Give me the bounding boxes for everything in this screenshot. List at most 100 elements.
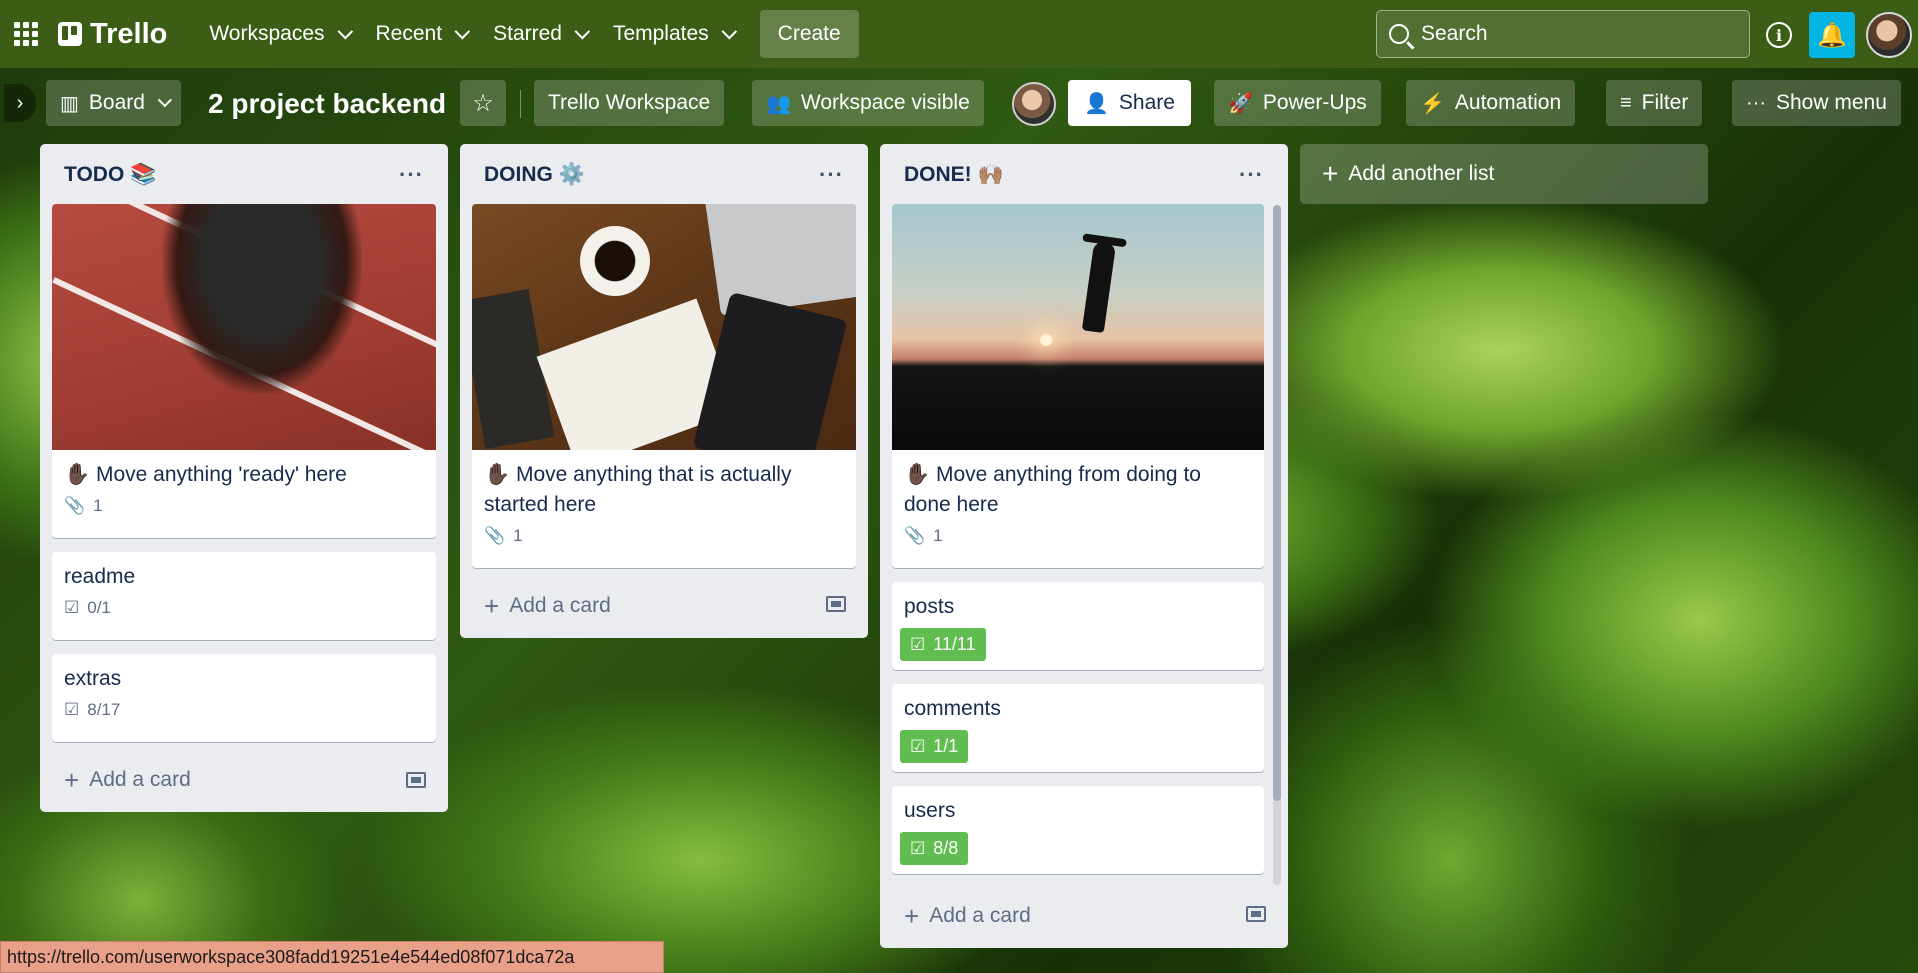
checklist-complete-badge: ☑ 1/1 — [900, 730, 969, 763]
card[interactable]: readme ☑ 0/1 — [52, 552, 436, 640]
card-title: extras — [64, 667, 122, 690]
list-header[interactable]: TODO 📚 ··· — [40, 144, 448, 206]
list-title[interactable]: DONE! 🙌🏽 — [904, 163, 1004, 187]
add-list-button[interactable]: + Add another list — [1300, 144, 1708, 204]
card-title: ✋🏿 Move anything from doing to done here — [904, 463, 1201, 516]
list-menu-icon[interactable]: ··· — [819, 162, 844, 188]
card-cover-image — [892, 204, 1264, 450]
card[interactable]: posts ☑ 11/11 — [892, 582, 1264, 670]
card-template-icon[interactable] — [1246, 906, 1266, 922]
card-template-icon[interactable] — [406, 772, 426, 788]
visibility-button[interactable]: 👥 Workspace visible — [752, 80, 984, 126]
add-list-label: Add another list — [1348, 162, 1495, 185]
app-switcher-icon[interactable] — [12, 20, 40, 48]
user-avatar[interactable] — [1866, 12, 1912, 58]
checklist-icon: ☑ — [64, 598, 80, 617]
chevron-down-icon — [157, 93, 172, 108]
checklist-icon: ☑ — [910, 838, 926, 858]
paperclip-icon: 📎 — [64, 496, 86, 515]
add-user-icon: 👤 — [1084, 92, 1109, 115]
nav-starred-label: Starred — [493, 22, 562, 45]
list-title[interactable]: TODO 📚 — [64, 163, 156, 187]
add-card-label: Add a card — [509, 594, 611, 617]
checklist-icon: ☑ — [910, 736, 926, 756]
star-board-icon[interactable]: ☆ — [460, 80, 506, 126]
card[interactable]: ✋🏿 Move anything from doing to done here… — [892, 204, 1264, 568]
board-member-avatar[interactable] — [1012, 82, 1056, 126]
workspace-button[interactable]: Trello Workspace — [534, 80, 725, 126]
add-card-button[interactable]: + Add a card — [892, 894, 1192, 938]
checklist-count: 8/17 — [87, 700, 121, 719]
list-header[interactable]: DONE! 🙌🏽 ··· — [880, 144, 1288, 206]
list-menu-icon[interactable]: ··· — [1239, 162, 1264, 188]
card-badges: ☑ 8/17 — [52, 694, 436, 720]
more-dots-icon: ··· — [1746, 91, 1766, 114]
search-placeholder: Search — [1421, 22, 1488, 45]
board-title[interactable]: 2 project backend — [208, 88, 446, 120]
card-title: posts — [904, 595, 955, 618]
nav-workspaces-button[interactable]: Workspaces — [195, 12, 361, 56]
card-cover-image — [472, 204, 856, 450]
add-card-button[interactable]: + Add a card — [52, 758, 352, 802]
nav-starred-button[interactable]: Starred — [479, 12, 599, 56]
search-icon — [1389, 24, 1409, 44]
board-view-switcher[interactable]: ▥ Board — [46, 80, 181, 126]
show-menu-button[interactable]: ··· Show menu — [1732, 80, 1901, 126]
search-input[interactable]: Search — [1376, 10, 1750, 58]
card-badges: ☑ 11/11 — [892, 622, 1264, 661]
notifications-bell-icon[interactable]: 🔔 — [1809, 12, 1855, 58]
card-template-icon[interactable] — [826, 596, 846, 612]
add-card-label: Add a card — [89, 768, 191, 791]
trello-logo-text: Trello — [90, 17, 168, 50]
checklist-count: 11/11 — [933, 634, 976, 654]
scrollbar-thumb[interactable] — [1273, 205, 1281, 801]
list-menu-icon[interactable]: ··· — [399, 162, 424, 188]
card-title: comments — [904, 697, 1001, 720]
add-card-label: Add a card — [929, 904, 1031, 927]
filter-button[interactable]: ≡ Filter — [1606, 80, 1703, 126]
create-button[interactable]: Create — [759, 10, 859, 58]
checklist-count: 8/8 — [933, 838, 959, 858]
power-ups-label: Power-Ups — [1262, 91, 1367, 114]
power-ups-button[interactable]: 🚀 Power-Ups — [1214, 80, 1381, 126]
list-title[interactable]: DOING ⚙️ — [484, 163, 585, 187]
card-title: ✋🏿 Move anything that is actually starte… — [484, 463, 792, 516]
nav-recent-button[interactable]: Recent — [362, 12, 480, 56]
card-title: users — [904, 799, 956, 822]
nav-templates-button[interactable]: Templates — [599, 12, 746, 56]
card[interactable]: ✋🏿 Move anything that is actually starte… — [472, 204, 856, 568]
paperclip-icon: 📎 — [484, 526, 506, 545]
info-icon[interactable]: i — [1766, 22, 1792, 48]
nav-templates-label: Templates — [612, 22, 709, 45]
nav-recent-label: Recent — [375, 22, 443, 45]
card[interactable]: comments ☑ 1/1 — [892, 684, 1264, 772]
list-scrollbar[interactable] — [1273, 205, 1281, 885]
list-header[interactable]: DOING ⚙️ ··· — [460, 144, 868, 206]
plus-icon: + — [1322, 158, 1339, 189]
add-card-button[interactable]: + Add a card — [472, 584, 772, 628]
plus-icon: + — [64, 764, 80, 795]
card-badges: ☑ 8/8 — [892, 826, 1264, 865]
chevron-down-icon — [574, 23, 591, 39]
card[interactable]: extras ☑ 8/17 — [52, 654, 436, 742]
card[interactable]: ✋🏿 Move anything 'ready' here 📎 1 — [52, 204, 436, 538]
attachment-count: 1 — [933, 526, 943, 545]
attachment-count: 1 — [513, 526, 523, 545]
rocket-icon: 🚀 — [1228, 92, 1253, 115]
chevron-down-icon — [337, 23, 353, 39]
card-title: ✋🏿 Move anything 'ready' here — [64, 463, 347, 486]
filter-icon: ≡ — [1620, 91, 1632, 114]
card[interactable]: users ☑ 8/8 — [892, 786, 1264, 874]
trello-logo[interactable]: Trello — [58, 18, 167, 51]
checklist-complete-badge: ☑ 11/11 — [900, 628, 986, 661]
card-badges: 📎 1 — [52, 490, 436, 516]
sidebar-expand-icon[interactable]: › — [4, 84, 36, 122]
plus-icon: + — [904, 900, 920, 931]
board-view-label: Board — [88, 91, 145, 114]
chevron-down-icon — [454, 23, 471, 39]
board-view-icon: ▥ — [60, 92, 79, 115]
top-nav-bar: Trello Workspaces Recent Starred Templat… — [0, 0, 1918, 68]
checklist-count: 0/1 — [87, 598, 111, 617]
automation-button[interactable]: ⚡ Automation — [1406, 80, 1576, 126]
share-button[interactable]: 👤 Share — [1068, 80, 1191, 126]
